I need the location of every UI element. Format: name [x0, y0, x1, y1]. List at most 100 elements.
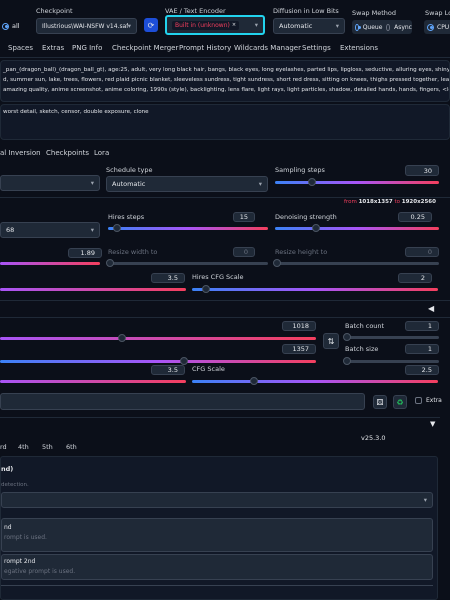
- hires-cfg-left-slider[interactable]: [0, 288, 186, 291]
- batch-count-slider[interactable]: [343, 333, 439, 341]
- adetailer-detection-text: detection.: [1, 482, 29, 488]
- resize-height-slider[interactable]: [273, 259, 439, 267]
- resize-height-label: Resize height to: [275, 248, 328, 256]
- swap-dimensions-button[interactable]: ⇅: [323, 333, 339, 349]
- prompt-line: _pan_(dragon_ball)_(dragon_ball_gt), age…: [3, 67, 450, 73]
- tab-3rd[interactable]: rd: [0, 443, 7, 451]
- cfg-left-input[interactable]: 3.5: [151, 365, 185, 375]
- slider-handle[interactable]: [118, 334, 126, 342]
- cfg-slider[interactable]: [192, 377, 438, 385]
- tab-checkpoints[interactable]: Checkpoints: [46, 149, 89, 157]
- resize-width-input[interactable]: 0: [233, 247, 255, 257]
- tab-textual-inversion[interactable]: al Inversion: [0, 149, 41, 157]
- collapse-triangle-icon[interactable]: ▼: [430, 420, 435, 428]
- refiner-accordion[interactable]: ◀: [0, 300, 450, 318]
- tab-5th[interactable]: 5th: [42, 443, 53, 451]
- tab-6th[interactable]: 6th: [66, 443, 77, 451]
- extra-checkbox[interactable]: Extra: [415, 397, 442, 404]
- sampling-steps-slider[interactable]: [275, 178, 439, 186]
- all-toggle[interactable]: all: [2, 22, 20, 30]
- vae-select[interactable]: Built in (unknown) × ▾: [165, 15, 265, 35]
- swap-arrows-icon: ⇅: [327, 336, 335, 346]
- upscaler-select[interactable]: 68 ▾: [0, 222, 100, 238]
- sampler-select[interactable]: ▾: [0, 175, 100, 191]
- collapse-triangle-icon[interactable]: ◀: [428, 304, 434, 313]
- batch-count-input[interactable]: 1: [405, 321, 439, 331]
- tab-prompt-history[interactable]: Prompt History: [179, 44, 231, 52]
- sampling-steps-input[interactable]: 30: [405, 165, 439, 176]
- tab-extensions[interactable]: Extensions: [340, 44, 378, 52]
- resize-height-input[interactable]: 0: [405, 247, 439, 257]
- vae-chip: Built in (unknown) ×: [172, 20, 240, 30]
- height-slider[interactable]: [0, 357, 316, 365]
- slider-handle[interactable]: [312, 224, 320, 232]
- height-input[interactable]: 1357: [282, 344, 316, 354]
- slider-handle[interactable]: [202, 285, 210, 293]
- tab-extras[interactable]: Extras: [42, 44, 64, 52]
- refresh-button[interactable]: ⟳: [144, 18, 158, 32]
- adetailer-accordion[interactable]: ▼: [0, 417, 440, 431]
- checkpoint-label: Checkpoint: [36, 7, 73, 15]
- batch-size-slider[interactable]: [343, 357, 439, 365]
- random-seed-button[interactable]: ⚄: [373, 395, 387, 409]
- adetailer-negative-textarea[interactable]: rompt 2nd egative prompt is used.: [1, 554, 433, 580]
- tab-lora[interactable]: Lora: [94, 149, 109, 157]
- adetailer-prompt-textarea[interactable]: nd rompt is used.: [1, 518, 433, 552]
- adetailer-prompt-line: nd: [4, 524, 12, 531]
- hires-cfg-input[interactable]: 2: [398, 273, 432, 283]
- adetailer-model-select[interactable]: ▾: [1, 492, 433, 508]
- width-slider[interactable]: [0, 334, 316, 342]
- prompt-textarea[interactable]: _pan_(dragon_ball)_(dragon_ball_gt), age…: [0, 60, 450, 102]
- upscale-by-input[interactable]: 1.89: [68, 248, 102, 258]
- extra-label: Extra: [426, 397, 442, 404]
- tab-4th[interactable]: 4th: [18, 443, 29, 451]
- checkbox-icon[interactable]: [415, 397, 422, 404]
- denoise-label: Denoising strength: [275, 213, 337, 221]
- diffusion-select[interactable]: Automatic ▾: [273, 18, 345, 34]
- hires-steps-input[interactable]: 15: [233, 212, 255, 222]
- slider-handle[interactable]: [106, 259, 114, 267]
- swap-queue-label[interactable]: Queue: [363, 24, 383, 31]
- upscale-info: from 1018x1357 to 1920x2560: [344, 199, 436, 205]
- swap-cpu-label[interactable]: CPU: [437, 24, 449, 31]
- cfg-input[interactable]: 2.5: [405, 365, 439, 375]
- radio-async-icon[interactable]: [386, 23, 391, 31]
- diffusion-value: Automatic: [279, 22, 313, 30]
- reuse-seed-button[interactable]: ♻: [393, 395, 407, 409]
- denoise-input[interactable]: 0.25: [398, 212, 432, 222]
- resize-width-slider[interactable]: [106, 259, 268, 267]
- upscale-to-label: to: [394, 199, 401, 205]
- slider-handle[interactable]: [113, 224, 121, 232]
- swap-async-label[interactable]: Async: [394, 24, 412, 31]
- slider-handle[interactable]: [308, 178, 316, 186]
- slider-handle[interactable]: [180, 357, 188, 365]
- upscale-from-size: 1018x1357: [358, 199, 393, 205]
- hires-steps-slider[interactable]: [108, 224, 268, 232]
- width-input[interactable]: 1018: [282, 321, 316, 331]
- radio-queue-icon[interactable]: [355, 23, 361, 31]
- slider-handle[interactable]: [250, 377, 258, 385]
- radio-cpu-icon[interactable]: [427, 23, 434, 31]
- schedule-type-select[interactable]: Automatic ▾: [106, 176, 268, 192]
- adetailer-tabs: rd 4th 5th 6th: [0, 440, 440, 454]
- slider-handle[interactable]: [343, 357, 351, 365]
- upscale-by-slider[interactable]: [0, 262, 100, 265]
- cfg-left-slider[interactable]: [0, 380, 186, 383]
- negative-prompt-textarea[interactable]: worst detail, sketch, censor, double exp…: [0, 104, 450, 140]
- checkpoint-select[interactable]: Illustrious\WAI-NSFW v14.safetensors ▾: [36, 18, 137, 34]
- denoise-slider[interactable]: [275, 224, 439, 232]
- close-icon[interactable]: ×: [232, 22, 236, 28]
- cfg-label: CFG Scale: [192, 365, 225, 373]
- tab-checkpoint-merger[interactable]: Checkpoint Merger: [112, 44, 178, 52]
- hires-cfg-left-input[interactable]: 3.5: [151, 273, 185, 283]
- hires-cfg-slider[interactable]: [192, 285, 438, 293]
- hires-steps-label: Hires steps: [108, 213, 145, 221]
- tab-png-info[interactable]: PNG Info: [72, 44, 102, 52]
- slider-handle[interactable]: [343, 333, 351, 341]
- tab-spaces[interactable]: Spaces: [8, 44, 33, 52]
- slider-handle[interactable]: [273, 259, 281, 267]
- seed-input[interactable]: [0, 393, 365, 410]
- tab-wildcards-manager[interactable]: Wildcards Manager: [234, 44, 301, 52]
- tab-settings[interactable]: Settings: [302, 44, 331, 52]
- batch-size-input[interactable]: 1: [405, 344, 439, 354]
